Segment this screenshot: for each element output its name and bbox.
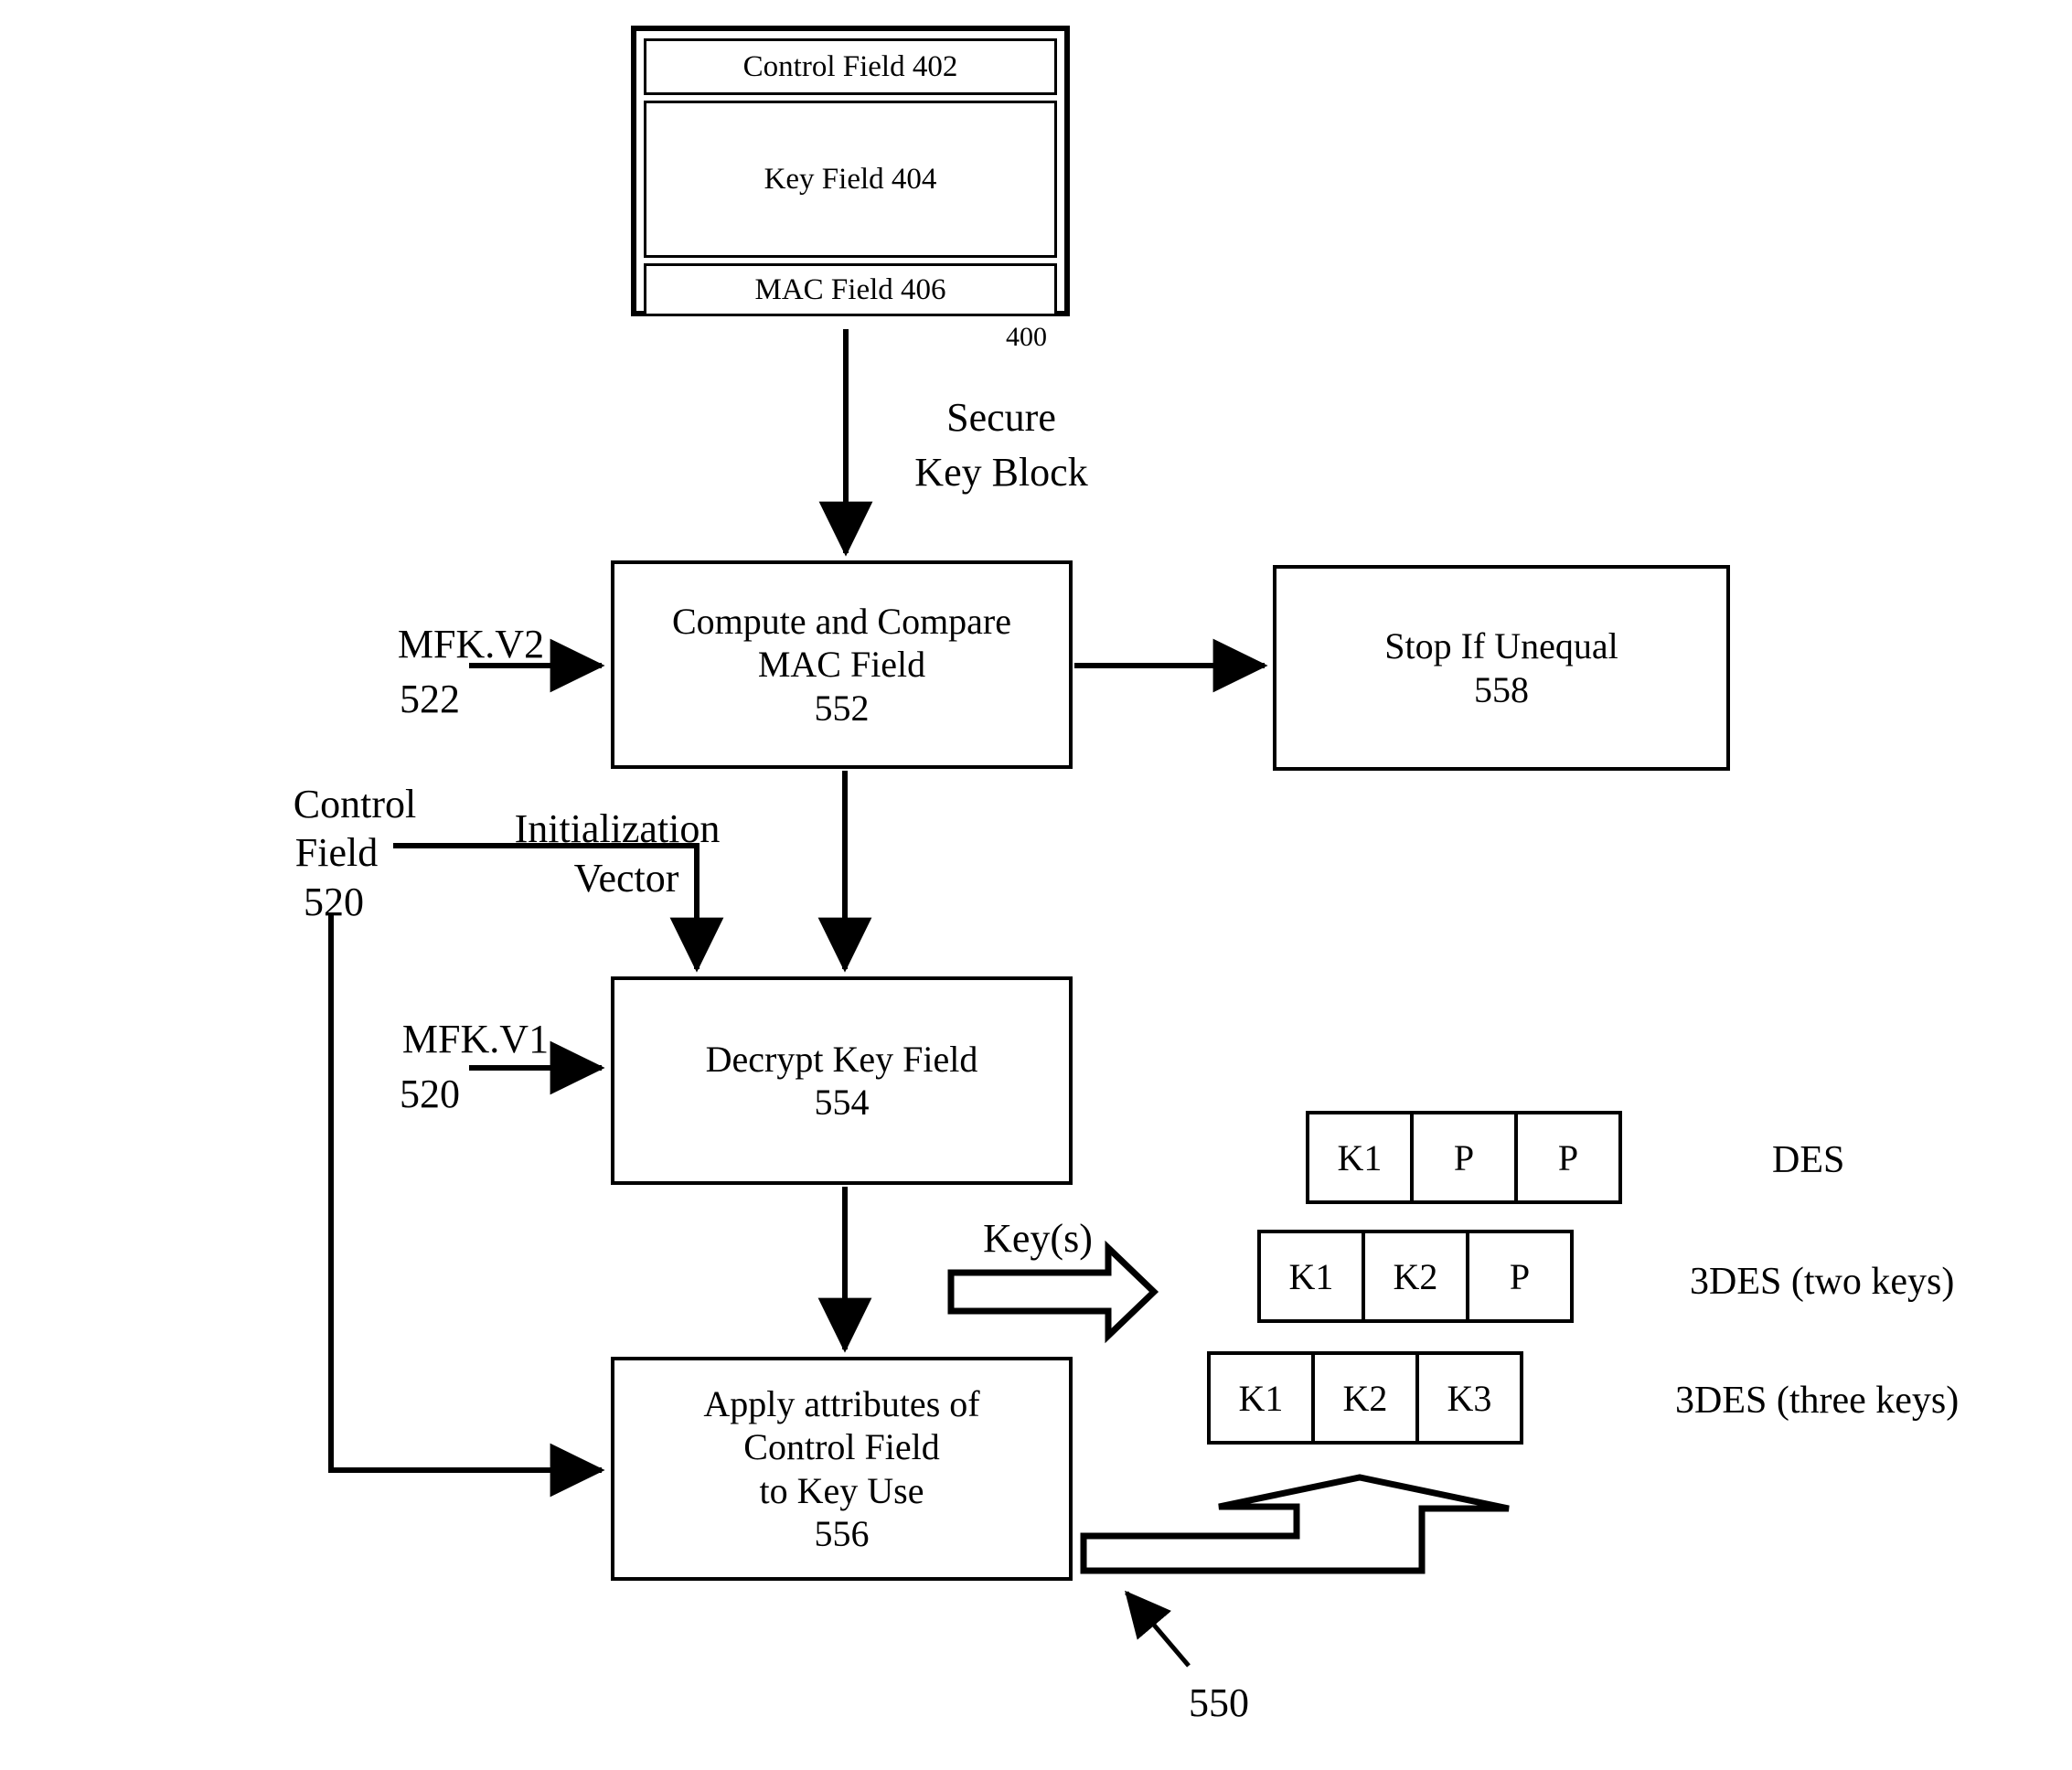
keys-arrow-label: Key(s) (983, 1216, 1093, 1261)
key-cell: P (1410, 1111, 1518, 1204)
key-layout-row-des: K1 P P (1306, 1111, 1622, 1204)
decrypt-key-field-line1: Decrypt Key Field (705, 1038, 978, 1080)
process-box-apply-attributes: Apply attributes of Control Field to Key… (611, 1357, 1073, 1581)
stop-if-unequal-line1: Stop If Unequal (1384, 625, 1618, 667)
compute-compare-mac-line2: MAC Field (757, 644, 926, 686)
key-cell: K1 (1207, 1351, 1315, 1445)
key-block-reference-400: 400 (1006, 322, 1047, 352)
mfk-v2-label: MFK.V2 (397, 622, 545, 666)
apply-attributes-line1: Apply attributes of (703, 1383, 980, 1425)
control-field-label-line2: Field (294, 830, 379, 875)
apply-attributes-line3: to Key Use (759, 1469, 924, 1511)
key-block-control-field: Control Field 402 (644, 38, 1057, 95)
mfk-v2-reference: 522 (400, 677, 460, 721)
control-field-label-line1: Control (293, 782, 417, 826)
key-layout-type-3des-three: 3DES (three keys) (1675, 1380, 1960, 1422)
key-set-reference-550: 550 (1189, 1680, 1249, 1725)
key-cell: K2 (1311, 1351, 1419, 1445)
key-cell: K2 (1362, 1230, 1469, 1323)
compute-compare-mac-line1: Compute and Compare (671, 601, 1012, 643)
key-cell: K3 (1415, 1351, 1523, 1445)
secure-key-block-diagram: Control Field 402 Key Field 404 MAC Fiel… (631, 26, 1070, 316)
keys-block-arrow-icon (947, 1240, 1159, 1344)
apply-attributes-ref: 556 (814, 1512, 870, 1554)
key-cell: P (1514, 1111, 1622, 1204)
key-layout-row-3des-three: K1 K2 K3 (1207, 1351, 1523, 1445)
key-layout-type-des: DES (1772, 1139, 1845, 1181)
figure-canvas: Control Field 402 Key Field 404 MAC Fiel… (0, 0, 2072, 1770)
mfk-v1-label: MFK.V1 (401, 1017, 550, 1061)
key-block-mac-field: MAC Field 406 (644, 263, 1057, 316)
key-layouts-block-arrow-icon (1080, 1474, 1510, 1574)
key-layout-row-3des-two: K1 K2 P (1257, 1230, 1574, 1323)
key-cell: K1 (1306, 1111, 1414, 1204)
key-cell: P (1466, 1230, 1574, 1323)
connector-control-field-520 (328, 914, 605, 1498)
key-cell: K1 (1257, 1230, 1365, 1323)
initialization-vector-line2: Vector (573, 856, 679, 901)
key-block-mac-field-label: MAC Field 406 (754, 272, 946, 306)
leader-line-550 (1125, 1590, 1191, 1668)
compute-compare-mac-ref: 552 (814, 687, 870, 729)
key-block-key-field-label: Key Field 404 (764, 162, 937, 196)
key-block-control-field-label: Control Field 402 (742, 49, 958, 83)
process-box-stop-if-unequal: Stop If Unequal 558 (1273, 565, 1730, 771)
stop-if-unequal-ref: 558 (1474, 668, 1529, 710)
control-field-reference: 520 (304, 880, 364, 924)
decrypt-key-field-ref: 554 (814, 1082, 870, 1123)
mfk-v1-reference: 520 (400, 1072, 460, 1116)
process-box-decrypt-key-field: Decrypt Key Field 554 (611, 976, 1073, 1185)
process-box-compute-compare-mac: Compute and Compare MAC Field 552 (611, 560, 1073, 769)
secure-key-block-arrow-label-line2: Key Block (914, 450, 1088, 495)
key-block-key-field: Key Field 404 (644, 101, 1057, 258)
initialization-vector-line1: Initialization (514, 806, 721, 851)
apply-attributes-line2: Control Field (743, 1426, 940, 1468)
key-layout-type-3des-two: 3DES (two keys) (1690, 1261, 1955, 1303)
secure-key-block-arrow-label-line1: Secure (946, 395, 1056, 440)
